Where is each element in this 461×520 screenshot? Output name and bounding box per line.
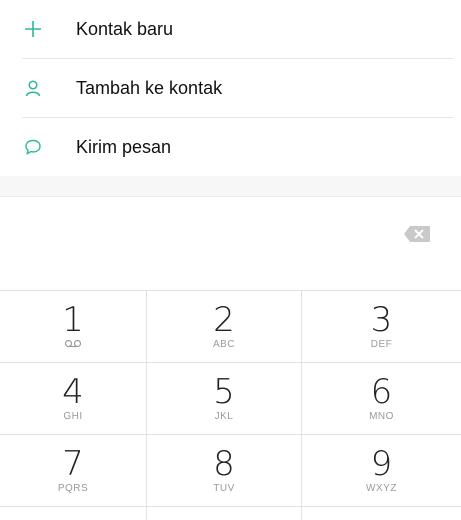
key-digit: 5: [213, 372, 235, 412]
key-digit: 6: [370, 372, 393, 412]
key-letters: ABC: [212, 339, 236, 350]
message-bubble-icon: [22, 136, 44, 158]
key-digit: 8: [213, 444, 235, 484]
key-digit: 4: [62, 372, 84, 412]
dialed-number-display: [0, 197, 461, 290]
key-4[interactable]: 4 GHI: [0, 363, 146, 434]
backspace-icon[interactable]: [403, 225, 431, 243]
divider: [0, 506, 461, 507]
key-letters: GHI: [63, 411, 83, 422]
key-7[interactable]: 7 PQRS: [0, 435, 146, 506]
voicemail-icon: [64, 339, 82, 351]
add-to-contact-action[interactable]: Tambah ke kontak: [0, 59, 461, 117]
key-letters: PQRS: [57, 483, 89, 494]
plus-icon: [22, 18, 44, 40]
key-digit: 9: [370, 444, 393, 484]
key-1[interactable]: 1: [0, 291, 146, 362]
section-separator: [0, 176, 461, 197]
suggested-actions-list: Kontak baru Tambah ke kontak Kirim pesan: [0, 0, 461, 176]
dial-keypad: 1 2 ABC 3 DEF 4 GHI 5 JKL 6 MNO 7 PQRS 8…: [0, 290, 461, 520]
key-digit: 2: [213, 300, 235, 340]
key-5[interactable]: 5 JKL: [147, 363, 301, 434]
key-letters: JKL: [214, 411, 234, 422]
key-digit: 3: [370, 300, 393, 340]
key-letters: MNO: [369, 411, 394, 422]
key-digit: 7: [62, 444, 84, 484]
key-2[interactable]: 2 ABC: [147, 291, 301, 362]
new-contact-action[interactable]: Kontak baru: [0, 0, 461, 58]
key-6[interactable]: 6 MNO: [302, 363, 461, 434]
send-message-action[interactable]: Kirim pesan: [0, 118, 461, 176]
key-digit: 1: [62, 300, 84, 340]
add-to-contact-label: Tambah ke kontak: [76, 77, 223, 98]
send-message-label: Kirim pesan: [76, 136, 172, 157]
key-letters: TUV: [213, 483, 235, 494]
key-3[interactable]: 3 DEF: [302, 291, 461, 362]
key-9[interactable]: 9 WXYZ: [302, 435, 461, 506]
key-letters: DEF: [370, 339, 393, 350]
key-8[interactable]: 8 TUV: [147, 435, 301, 506]
person-icon: [22, 77, 44, 99]
key-letters: WXYZ: [366, 483, 397, 494]
new-contact-label: Kontak baru: [76, 18, 174, 39]
